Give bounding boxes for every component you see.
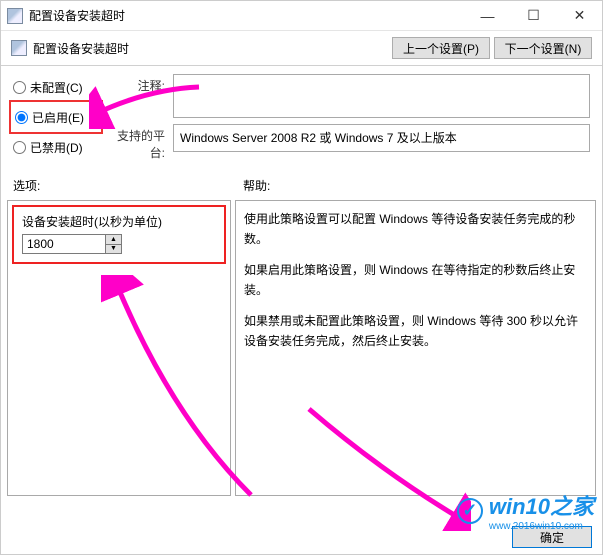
titlebar: 配置设备安装超时 — ☐ ✕ [1,1,602,31]
spinner-down-icon[interactable]: ▼ [106,245,121,254]
spinner-up-icon[interactable]: ▲ [106,235,121,245]
section-labels: 选项: 帮助: [1,171,602,196]
watermark-logo-icon: ✓ [457,498,483,524]
timeout-label: 设备安装超时(以秒为单位) [22,213,216,230]
state-radios: 未配置(C) 已启用(E) 已禁用(D) [13,74,103,167]
radio-enabled-input[interactable] [15,111,28,124]
config-fields: 注释: 支持的平台: Windows Server 2008 R2 或 Wind… [103,74,590,167]
radio-enabled[interactable]: 已启用(E) [15,104,97,130]
header-title: 配置设备安装超时 [33,40,388,57]
minimize-button[interactable]: — [464,1,510,30]
footer-buttons: 确定 [1,526,602,548]
comment-input[interactable] [173,74,590,118]
radio-enabled-highlight: 已启用(E) [9,100,103,134]
ok-button[interactable]: 确定 [512,526,592,548]
radio-enabled-label: 已启用(E) [32,109,84,126]
settings-icon [11,40,27,56]
options-label: 选项: [13,177,243,194]
timeout-spinner[interactable]: ▲ ▼ [22,234,122,254]
radio-not-configured-label: 未配置(C) [30,79,83,96]
help-paragraph-3: 如果禁用或未配置此策略设置，则 Windows 等待 300 秒以允许设备安装任… [244,311,587,352]
timeout-highlight: 设备安装超时(以秒为单位) ▲ ▼ [12,205,226,264]
prev-setting-button[interactable]: 上一个设置(P) [392,37,490,59]
timeout-input[interactable] [23,235,105,253]
comment-label: 注释: [103,74,173,94]
platform-value: Windows Server 2008 R2 或 Windows 7 及以上版本 [173,124,590,152]
radio-disabled-label: 已禁用(D) [30,139,83,156]
radio-disabled[interactable]: 已禁用(D) [13,134,103,160]
watermark-brand: win10之家 [489,494,594,519]
next-setting-button[interactable]: 下一个设置(N) [494,37,592,59]
radio-not-configured[interactable]: 未配置(C) [13,74,103,100]
options-pane: 设备安装超时(以秒为单位) ▲ ▼ [7,200,231,496]
window-title: 配置设备安装超时 [29,7,464,24]
panes: 设备安装超时(以秒为单位) ▲ ▼ 使用此策略设置可以配置 Windows 等待… [1,196,602,496]
radio-disabled-input[interactable] [13,141,26,154]
help-label: 帮助: [243,177,590,194]
radio-not-configured-input[interactable] [13,81,26,94]
platform-label: 支持的平台: [103,124,173,161]
help-paragraph-1: 使用此策略设置可以配置 Windows 等待设备安装任务完成的秒数。 [244,209,587,250]
maximize-button[interactable]: ☐ [510,1,556,30]
help-paragraph-2: 如果启用此策略设置，则 Windows 在等待指定的秒数后终止安装。 [244,260,587,301]
config-area: 未配置(C) 已启用(E) 已禁用(D) 注释: 支持的平台: Windows … [1,66,602,171]
spinner-buttons: ▲ ▼ [105,235,121,253]
help-pane: 使用此策略设置可以配置 Windows 等待设备安装任务完成的秒数。 如果启用此… [235,200,596,496]
window-controls: — ☐ ✕ [464,1,602,30]
close-button[interactable]: ✕ [556,1,602,30]
app-icon [7,8,23,24]
header-row: 配置设备安装超时 上一个设置(P) 下一个设置(N) [1,31,602,66]
